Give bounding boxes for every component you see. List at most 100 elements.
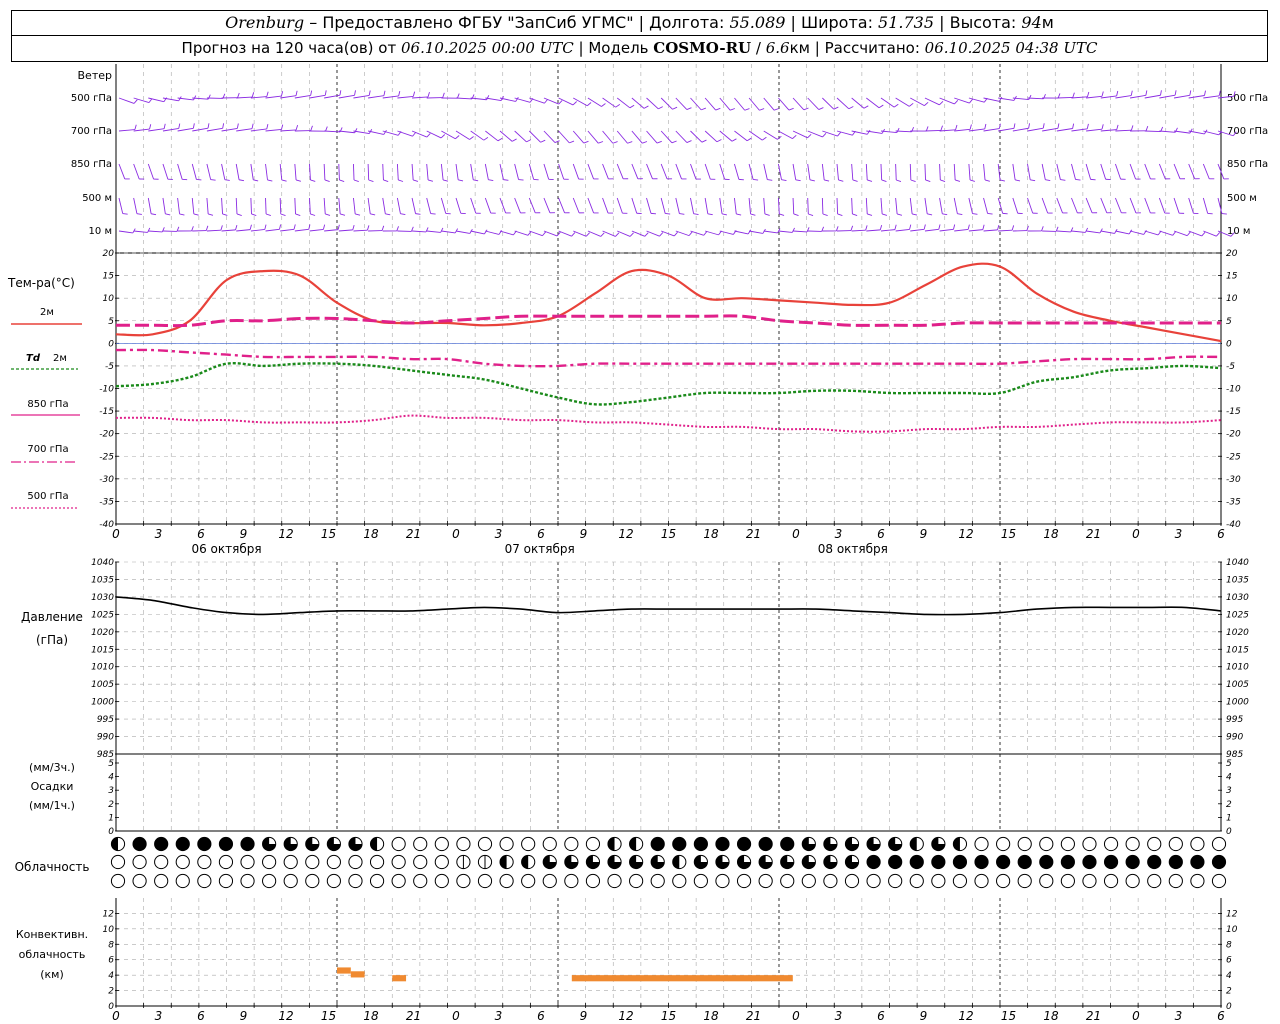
wind-barb-feather	[750, 213, 756, 216]
wind-barb-feather	[1045, 179, 1051, 181]
wind-barb-shaft	[514, 230, 529, 236]
wind-barb-feather	[731, 138, 737, 142]
wind-barb-shaft	[280, 129, 297, 132]
wind-barb-feather	[208, 213, 214, 216]
wind-barb-feather	[982, 224, 985, 230]
precip-ytick-right: 1	[1226, 813, 1232, 823]
wind-barb-feather	[1145, 90, 1148, 96]
wind-barb-shaft	[1056, 128, 1073, 132]
wind-barb-feather	[430, 213, 436, 215]
wind-barb-feather	[972, 213, 978, 215]
wind-barb-feather	[953, 224, 956, 230]
press-ytick-left: 1040	[91, 558, 114, 568]
wind-barb-shaft	[836, 197, 839, 215]
wind-barb-feather	[656, 140, 662, 144]
wind-barb-feather	[558, 100, 563, 105]
cloud-cell	[1190, 836, 1205, 852]
wind-barb-shaft	[968, 163, 971, 180]
wind-barb-shaft	[777, 197, 780, 215]
conv-xtick-label: 12	[278, 1009, 293, 1023]
wind-barb-feather	[837, 131, 842, 137]
cloud-cell	[780, 836, 795, 852]
wind-barb-shaft	[338, 130, 355, 134]
wind-barb-shaft	[455, 197, 462, 214]
wind-barb-shaft	[368, 95, 384, 99]
wind-barb-shaft	[118, 230, 133, 234]
wind-barb-feather	[896, 213, 903, 216]
wind-barb-feather	[413, 179, 419, 182]
wind-barb-shaft	[792, 197, 795, 215]
wind-barb-feather	[251, 92, 255, 98]
wind-level-label-left: 500 гПа	[71, 93, 112, 104]
temp-xtick-label: 0	[792, 527, 800, 541]
legend-td-label: Td	[26, 353, 41, 364]
wind-barb-feather	[337, 224, 340, 230]
wind-barb-shaft	[118, 163, 126, 180]
cloud-cell	[823, 873, 838, 889]
wind-barb-shaft	[221, 197, 223, 214]
cloud-cell	[132, 854, 147, 870]
wind-barb-feather	[456, 93, 460, 99]
wind-barb-shaft	[250, 197, 252, 215]
wind-barb-shaft	[558, 197, 565, 214]
wind-barb-feather	[999, 179, 1006, 182]
wind-barb-shaft	[851, 163, 854, 180]
precip-ytick-left: 3	[108, 786, 114, 796]
cloud-cell	[391, 873, 406, 889]
wind-barb-feather	[969, 124, 972, 130]
wind-barb-shaft	[998, 229, 1013, 232]
wind-barb-feather	[385, 213, 391, 216]
wind-barb-shaft	[192, 127, 209, 132]
cloud-cell-fill-half	[370, 837, 378, 851]
wind-barb-shaft	[353, 163, 355, 181]
wind-barb-feather	[542, 231, 547, 236]
wind-barb-feather	[601, 103, 606, 107]
wind-barb-feather	[426, 133, 431, 138]
wind-barb-feather	[1057, 93, 1061, 99]
wind-barb-shaft	[763, 230, 778, 234]
wind-barb-feather	[686, 107, 692, 111]
wind-barb-shaft	[324, 130, 341, 133]
wind-barb-shaft	[367, 197, 371, 214]
wind-barb-feather	[427, 179, 434, 182]
wind-barb-feather	[1116, 90, 1119, 97]
wind-barb-shaft	[704, 97, 716, 111]
wind-barb-feather	[665, 213, 671, 215]
cloud-cell	[996, 836, 1011, 852]
wind-barb-shaft	[909, 197, 913, 214]
wind-barb-feather	[879, 224, 883, 230]
cloud-cell	[1017, 836, 1032, 852]
wind-barb-feather	[627, 141, 633, 144]
wind-barb-feather	[325, 213, 331, 216]
cloud-cell	[1060, 873, 1075, 889]
precip-ytick-left: 5	[108, 759, 114, 769]
conv-xtick-label: 21	[746, 1009, 761, 1023]
precip-ytick-right: 0	[1226, 827, 1232, 837]
wind-barb-shaft	[821, 197, 824, 215]
wind-barb-shaft	[1188, 197, 1194, 214]
wind-barb-shaft	[1027, 197, 1034, 214]
wind-barb-shaft	[455, 163, 459, 180]
wind-barb-feather	[497, 137, 503, 142]
wind-barb-shaft	[382, 197, 386, 214]
temp-ytick-right: -40	[1226, 520, 1241, 530]
temp-xtick-label: 18	[363, 527, 379, 541]
temp-xtick-label: 12	[958, 527, 973, 541]
temp-xtick-label: 3	[835, 527, 843, 541]
wind-barb-shaft	[983, 163, 986, 180]
wind-barb-shaft	[353, 229, 368, 232]
wind-barb-feather	[415, 213, 421, 215]
wind-barb-shaft	[484, 197, 492, 214]
cloud-cell	[1103, 873, 1119, 889]
temp-xtick-label: 6	[197, 527, 205, 541]
cloud-cell	[499, 873, 514, 889]
wind-barb-feather	[249, 224, 252, 230]
cloud-cell	[175, 836, 190, 852]
wind-barb-feather	[1186, 231, 1191, 236]
wind-barb-shaft	[954, 228, 969, 232]
wind-barb-shaft	[514, 163, 519, 180]
cloud-cell	[585, 873, 601, 889]
wind-barb-feather	[863, 105, 869, 109]
temp-ytick-right: 15	[1226, 272, 1238, 282]
wind-barb-shaft	[602, 197, 609, 214]
